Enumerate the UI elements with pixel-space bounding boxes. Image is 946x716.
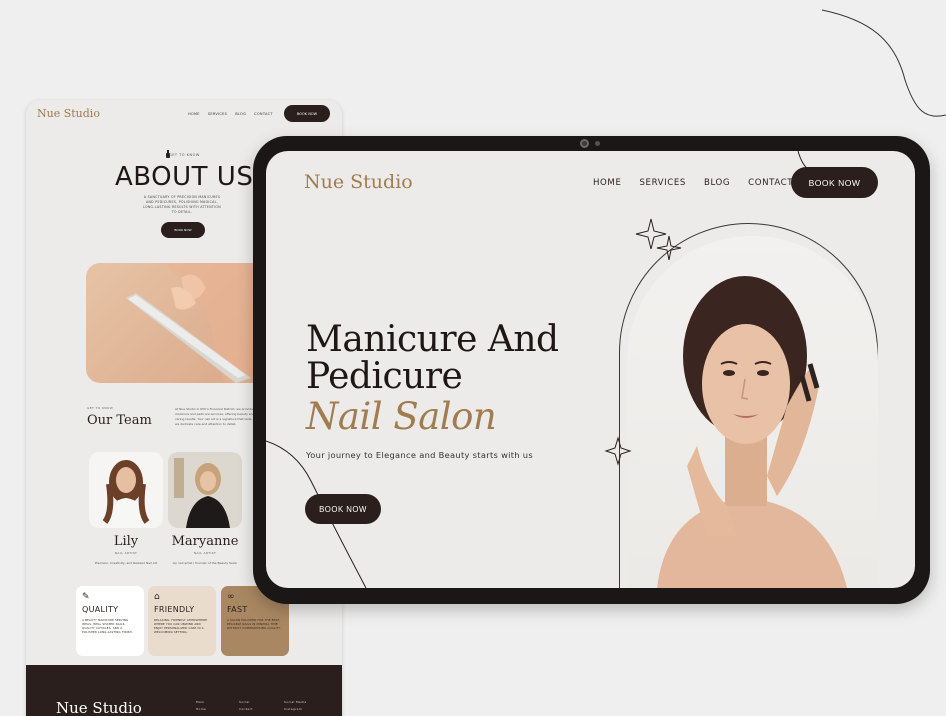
team-desc-maryanne: Lip nail artist / founder of the Beauty …: [172, 561, 238, 565]
hero-tagline: Your journey to Elegance and Beauty star…: [306, 450, 533, 460]
header-book-now-button[interactable]: BOOK NOW: [791, 167, 878, 198]
team-title: Our Team: [87, 413, 152, 428]
feature-title-friendly: FRIENDLY: [154, 605, 195, 614]
hero-model-photo: [627, 236, 878, 588]
home-icon: ⌂: [154, 592, 160, 602]
team-desc-lily: Precision, Creativity, and Relaxed Nail …: [94, 561, 158, 565]
hero-title-line-1: Manicure And: [306, 319, 559, 360]
team-name-lily: Lily: [113, 534, 139, 549]
footer-col-social: Social Contact: [239, 699, 253, 713]
hero-title-line-3: Nail Salon: [306, 395, 497, 438]
footer-col-main: Main Home: [196, 699, 206, 713]
team-role-maryanne: NAIL ARTIST: [193, 551, 217, 555]
sensor-icon: [595, 141, 600, 146]
main-nav: HOME SERVICES BLOG CONTACT: [593, 178, 793, 188]
hero-title-line-2: Pedicure: [306, 356, 463, 397]
home-page-screen: Nue Studio HOME SERVICES BLOG CONTACT BO…: [266, 151, 915, 588]
about-nav-home[interactable]: HOME: [188, 112, 200, 116]
team-description: At Nue Studio in NYC's Financial Distric…: [175, 407, 255, 426]
site-logo[interactable]: Nue Studio: [304, 171, 413, 193]
about-nav-services[interactable]: SERVICES: [208, 112, 227, 116]
about-logo[interactable]: Nue Studio: [37, 107, 100, 120]
footer-col-heading: Social Media: [284, 700, 307, 704]
about-nav-bar: Nue Studio HOME SERVICES BLOG CONTACT BO…: [26, 100, 342, 132]
feature-text-fast: A SALON POLISHED FOR THE BEST, RELIABLE …: [227, 618, 281, 630]
camera-icon: [580, 139, 589, 148]
footer-link[interactable]: Home: [196, 706, 206, 713]
team-member-photo-lily: [89, 452, 163, 528]
feature-card-quality: ✎ QUALITY A BEAUTY MANICURE SERVING IDEA…: [76, 586, 144, 656]
about-book-button[interactable]: BOOK NOW: [284, 105, 330, 122]
about-description: A SANCTUARY OF PRECISION MANICURES AND P…: [143, 195, 221, 214]
about-eyebrow: GET TO KNOW: [169, 153, 200, 157]
nav-home[interactable]: HOME: [593, 178, 621, 188]
footer-col-heading: Social: [239, 700, 250, 704]
feature-text-quality: A BEAUTY MANICURE SERVING IDEAS, WELL SH…: [82, 618, 133, 634]
footer-col-social-media: Social Media Instagram: [284, 699, 306, 713]
team-role-lily: NAIL ARTIST: [114, 551, 138, 555]
team-member-photo-maryanne: [168, 452, 242, 528]
feature-card-friendly: ⌂ FRIENDLY RELAXING, FRIENDLY ATMOSPHERE…: [148, 586, 216, 656]
team-eyebrow: GET TO KNOW: [87, 406, 114, 410]
feature-title-fast: FAST: [227, 605, 248, 614]
footer: Nue Studio Main Home Social Contact Soci…: [26, 665, 342, 716]
footer-link[interactable]: Instagram: [284, 706, 306, 713]
about-cta-button[interactable]: BOOK NOW: [161, 222, 205, 238]
tablet-frame: Nue Studio HOME SERVICES BLOG CONTACT BO…: [253, 136, 930, 604]
nav-contact[interactable]: CONTACT: [748, 178, 793, 188]
about-nav-blog[interactable]: BLOG: [235, 112, 246, 116]
feature-title-quality: QUALITY: [82, 605, 119, 614]
nav-blog[interactable]: BLOG: [704, 178, 730, 188]
about-nav-links: HOME SERVICES BLOG CONTACT: [188, 112, 273, 116]
footer-logo[interactable]: Nue Studio: [56, 699, 142, 716]
footer-col-heading: Main: [196, 700, 205, 704]
about-nav-contact[interactable]: CONTACT: [254, 112, 273, 116]
nav-services[interactable]: SERVICES: [639, 178, 685, 188]
nail-polish-icon: ✎: [82, 592, 90, 602]
feature-text-friendly: RELAXING, FRIENDLY ATMOSPHERE WHERE YOU …: [154, 618, 208, 634]
team-name-maryanne: Maryanne: [171, 534, 239, 549]
hero-book-now-button[interactable]: BOOK NOW: [305, 494, 381, 524]
footer-link[interactable]: Contact: [239, 706, 253, 713]
